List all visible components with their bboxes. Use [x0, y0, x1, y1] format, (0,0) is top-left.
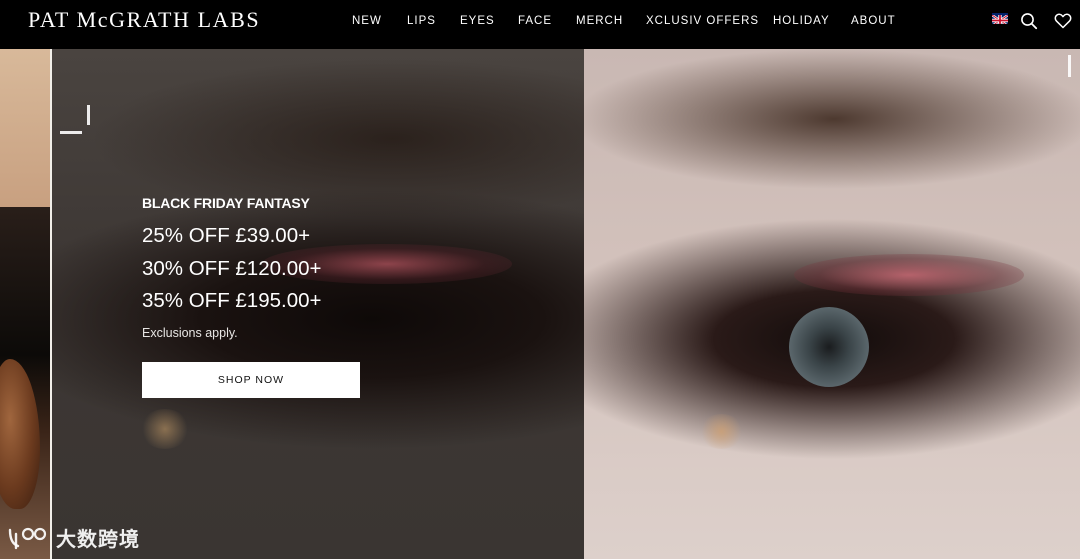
- nav-item-xclusiv-offers[interactable]: XCLUSIV OFFERS: [646, 15, 759, 27]
- nav-item-lips[interactable]: LIPS: [407, 15, 436, 27]
- uk-flag-icon[interactable]: [992, 13, 1008, 24]
- frame-corner-mark: [60, 131, 82, 134]
- shop-now-button[interactable]: SHOP NOW: [142, 362, 360, 398]
- watermark-logo-icon: [8, 527, 47, 549]
- nav-item-face[interactable]: FACE: [518, 15, 552, 27]
- nav-item-holiday[interactable]: HOLIDAY: [773, 15, 830, 27]
- hero-image-left: [0, 49, 52, 559]
- heart-icon[interactable]: [1054, 12, 1072, 30]
- watermark: 大数跨境: [6, 523, 140, 552]
- search-icon[interactable]: [1020, 12, 1038, 30]
- brand-logo[interactable]: PAT McGRATH LABS: [28, 7, 260, 33]
- nav-item-about[interactable]: ABOUT: [851, 15, 896, 27]
- promo-offer-2: 30% OFF £120.00+: [142, 257, 322, 280]
- frame-corner-mark: [87, 105, 90, 125]
- nav-item-new[interactable]: NEW: [352, 15, 382, 27]
- site-header: PAT McGRATH LABS NEW LIPS EYES FACE MERC…: [0, 0, 1080, 49]
- promo-offer-1: 25% OFF £39.00+: [142, 224, 311, 247]
- nav-item-merch[interactable]: MERCH: [576, 15, 623, 27]
- hero-image-eye-light: [584, 49, 1080, 559]
- watermark-text: 大数跨境: [56, 527, 140, 551]
- promo-exclusions-note: Exclusions apply.: [142, 326, 238, 340]
- promo-title: BLACK FRIDAY FANTASY: [142, 195, 310, 211]
- nav-item-eyes[interactable]: EYES: [460, 15, 495, 27]
- promo-offer-3: 35% OFF £195.00+: [142, 289, 322, 312]
